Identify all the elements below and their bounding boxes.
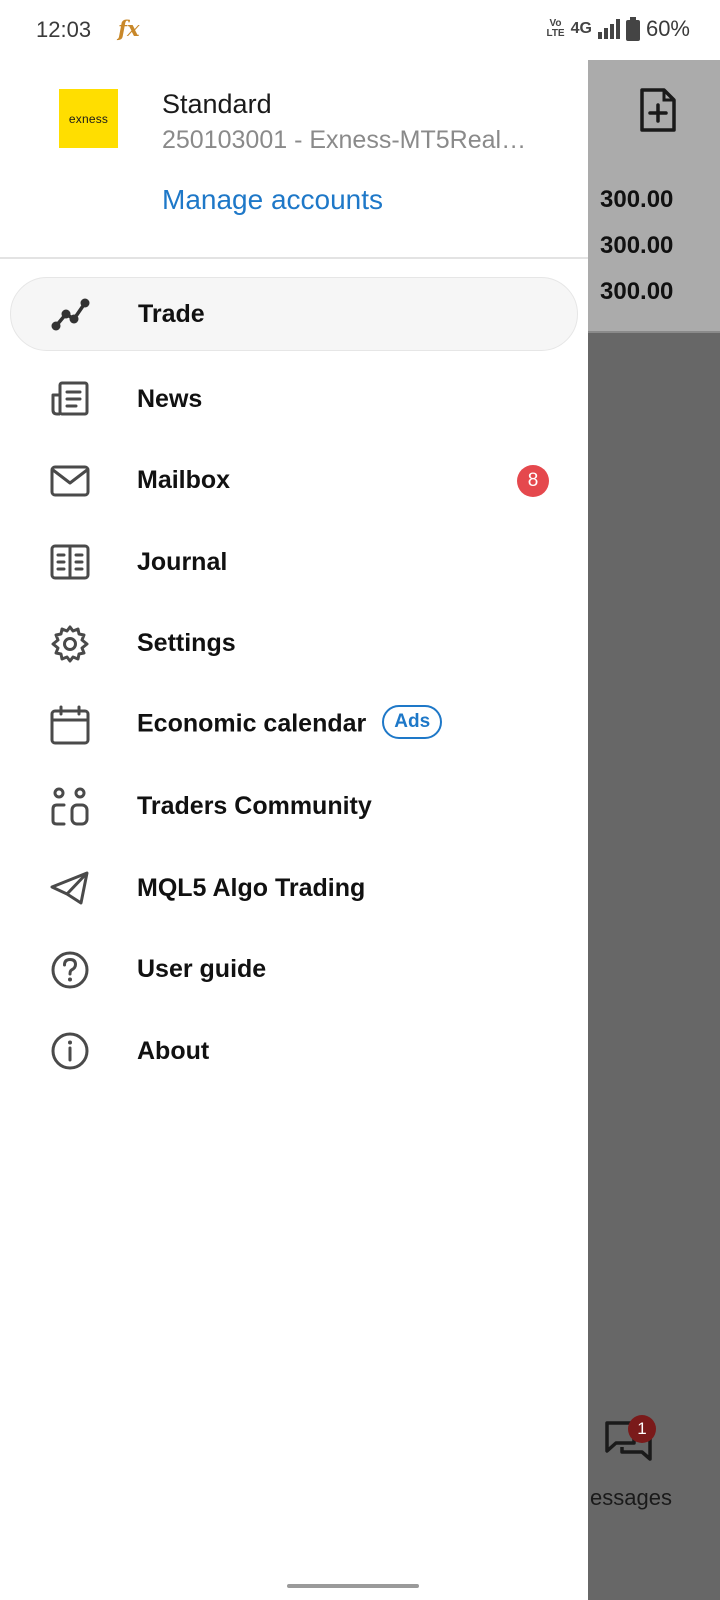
menu-label: News	[137, 384, 203, 413]
signal-icon	[597, 19, 620, 39]
menu-item-mailbox[interactable]: Mailbox 8	[0, 440, 588, 522]
menu-label: Trade	[138, 299, 205, 328]
menu-label: Traders Community	[137, 792, 372, 821]
background-value: 300.00	[600, 232, 674, 259]
news-icon	[50, 379, 90, 419]
new-document-icon	[640, 88, 676, 132]
messages-label: essages	[590, 1485, 672, 1510]
help-icon	[50, 950, 90, 990]
volte-icon: Vo LTE	[546, 18, 565, 39]
manage-accounts-link[interactable]: Manage accounts	[162, 184, 383, 216]
account-number: 250103001 - Exness-MT5Real…	[162, 126, 527, 154]
battery-percentage: 60%	[645, 16, 690, 41]
mail-icon	[50, 461, 90, 501]
status-indicators: Vo LTE 4G 60%	[546, 16, 690, 42]
menu-label: MQL5 Algo Trading	[137, 873, 366, 902]
drawer-scrim[interactable]: 300.00 300.00 300.00 1 essages	[588, 59, 720, 1600]
drawer-menu: Trade News Mailbox 8 Journal Settings Ec…	[0, 277, 588, 1092]
trade-chart-icon	[51, 294, 91, 334]
status-time: 12:03	[36, 17, 92, 42]
background-value: 300.00	[600, 186, 674, 213]
menu-item-journal[interactable]: Journal	[0, 522, 588, 604]
send-icon	[50, 868, 90, 908]
info-icon	[50, 1031, 90, 1071]
journal-icon	[50, 542, 90, 582]
battery-icon	[625, 17, 640, 41]
community-icon	[50, 787, 90, 827]
calendar-icon	[50, 705, 90, 745]
exness-logo: exness	[59, 89, 118, 148]
menu-label: User guide	[137, 955, 267, 984]
status-bar: 12:03 fx Vo LTE 4G 60%	[0, 0, 720, 60]
messages-badge: 1	[628, 1415, 656, 1443]
ads-badge: Ads	[382, 705, 443, 740]
network-type: 4G	[570, 20, 592, 37]
background-value: 300.00	[600, 278, 674, 305]
menu-item-trade[interactable]: Trade	[10, 277, 578, 351]
menu-item-news[interactable]: News	[0, 359, 588, 441]
fx-app-icon: fx	[118, 16, 140, 41]
menu-label: Economic calendar Ads	[137, 705, 443, 742]
account-name: Standard	[162, 89, 272, 119]
menu-item-about[interactable]: About	[0, 1011, 588, 1093]
menu-item-economic-calendar[interactable]: Economic calendar Ads	[0, 685, 588, 767]
menu-item-settings[interactable]: Settings	[0, 603, 588, 685]
menu-item-mql5-algo-trading[interactable]: MQL5 Algo Trading	[0, 848, 588, 930]
menu-item-user-guide[interactable]: User guide	[0, 929, 588, 1011]
divider	[0, 257, 588, 259]
menu-label: Mailbox	[137, 466, 231, 495]
menu-label: About	[137, 1036, 210, 1065]
menu-label: Settings	[137, 629, 236, 658]
navigation-drawer: exness Standard 250103001 - Exness-MT5Re…	[0, 59, 588, 1600]
home-indicator[interactable]	[287, 1584, 419, 1588]
account-header[interactable]: exness Standard 250103001 - Exness-MT5Re…	[0, 59, 588, 258]
background-divider	[588, 331, 720, 333]
gear-icon	[50, 624, 90, 664]
unread-count-badge: 8	[517, 464, 549, 497]
menu-label: Journal	[137, 547, 228, 576]
menu-item-traders-community[interactable]: Traders Community	[0, 766, 588, 848]
